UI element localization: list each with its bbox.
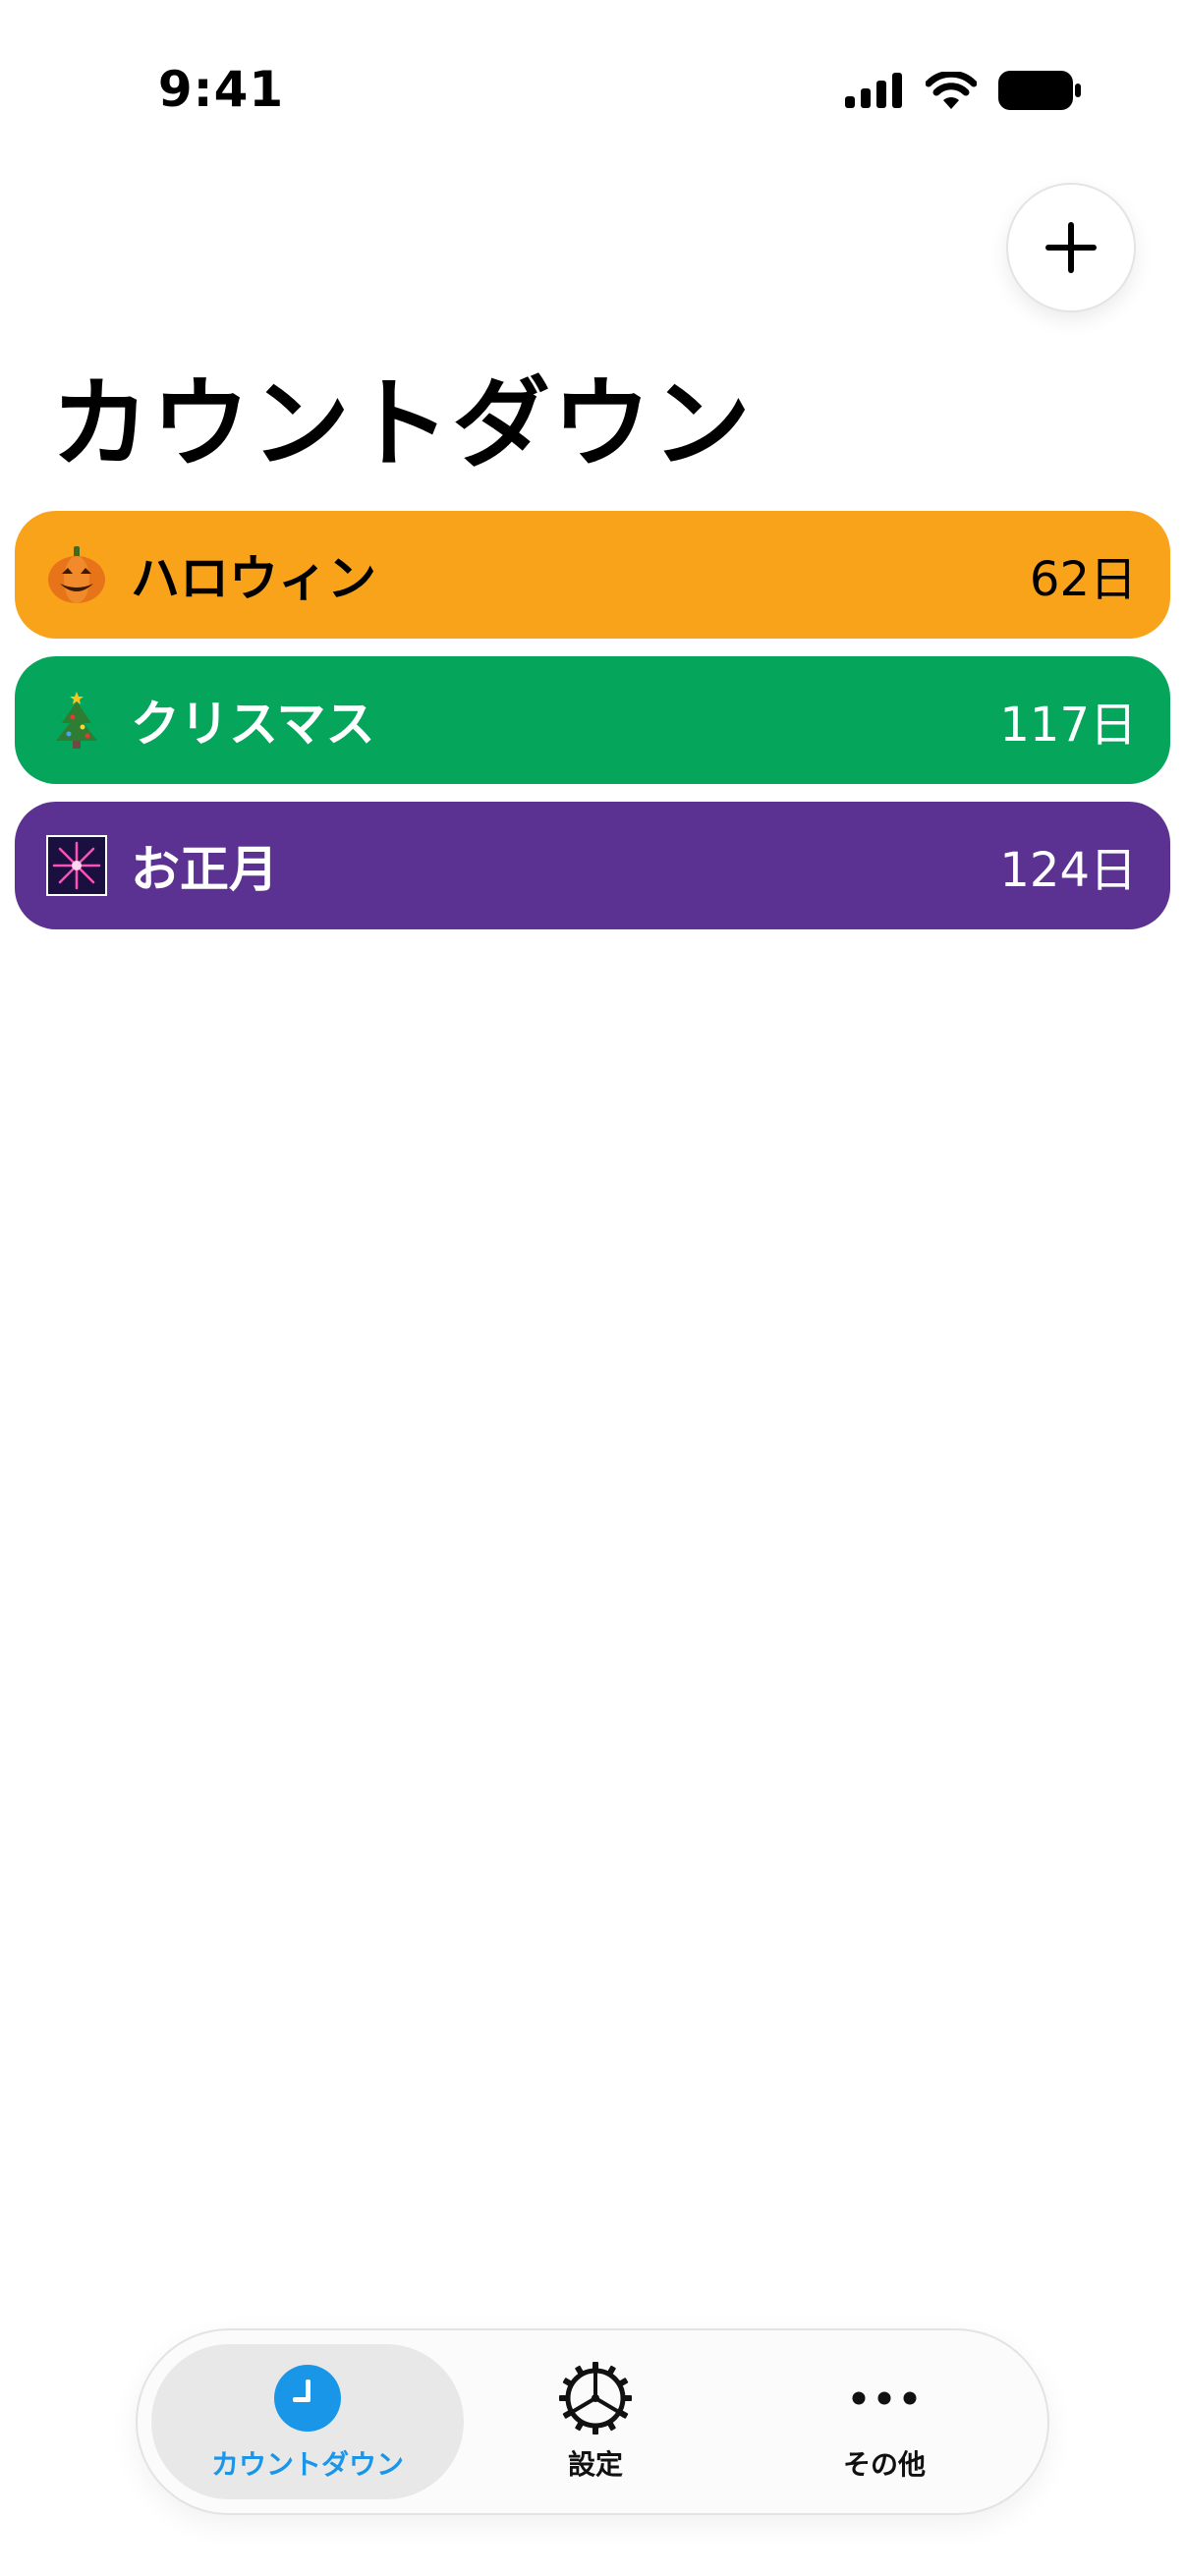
more-icon [852,2391,917,2405]
tab-label: 設定 [567,2448,623,2481]
countdown-days: 124日 [999,843,1137,898]
tab-other[interactable]: その他 [737,2344,1032,2499]
status-icons [845,71,1081,110]
countdown-name: ハロウィン [131,550,376,607]
battery-icon [998,71,1081,110]
page-title: カウントダウン [51,366,753,481]
clock-icon [274,2365,341,2432]
countdown-row-halloween[interactable]: ハロウィン 62日 [15,511,1170,639]
wifi-icon [926,72,977,109]
countdown-list: ハロウィン 62日 クリスマス 117日 お正月 124日 [15,511,1170,947]
plus-icon [1045,222,1097,273]
countdown-days: 62日 [1029,552,1137,607]
fireworks-icon [46,835,107,896]
countdown-name: クリスマス [131,696,375,753]
christmas-tree-icon [46,690,107,751]
countdown-row-christmas[interactable]: クリスマス 117日 [15,656,1170,784]
countdown-days: 117日 [999,698,1137,753]
countdown-name: お正月 [131,841,278,898]
tab-countdown[interactable]: カウントダウン [160,2344,455,2499]
status-time: 9:41 [157,61,285,118]
status-bar: 9:41 [0,0,1185,187]
pumpkin-icon [46,544,107,605]
countdown-row-new-year[interactable]: お正月 124日 [15,802,1170,929]
tab-label: カウントダウン [210,2448,404,2481]
add-countdown-button[interactable] [1006,183,1136,312]
tab-bar: カウントダウン 設定 その他 [136,2328,1049,2515]
tab-settings[interactable]: 設定 [448,2344,743,2499]
tab-label: その他 [842,2448,926,2481]
gear-icon [559,2362,632,2435]
cellular-signal-icon [845,73,902,108]
